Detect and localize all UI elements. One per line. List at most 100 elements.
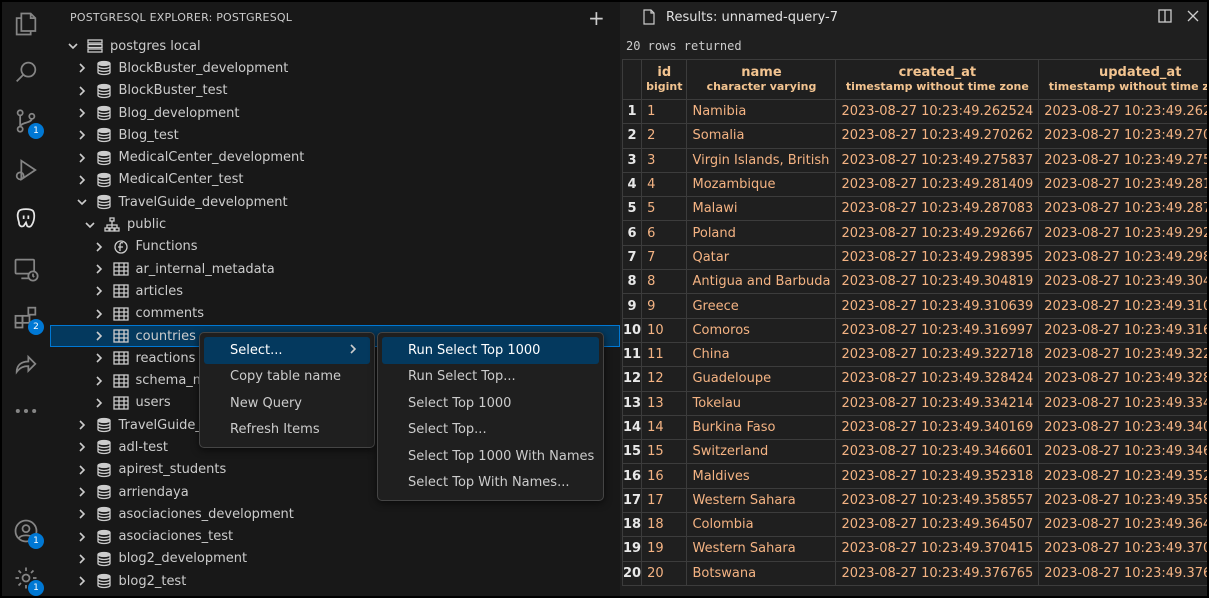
tree-item[interactable]: postgres local [50, 35, 620, 57]
table-cell[interactable]: 2023-08-27 10:23:49.358557 [835, 487, 1040, 514]
tree-item[interactable]: BlockBuster_test [50, 80, 620, 102]
tree-item[interactable]: blog2_test [50, 570, 620, 592]
column-header[interactable]: created_at timestamp without time zone [835, 59, 1040, 100]
chevron-right-icon[interactable] [92, 329, 106, 343]
table-cell[interactable]: 2023-08-27 10:23:49.370415 [1038, 536, 1207, 562]
chevron-right-icon[interactable] [75, 485, 89, 499]
chevron-down-icon[interactable] [83, 218, 97, 232]
chevron-right-icon[interactable] [75, 440, 89, 454]
table-cell[interactable]: 2023-08-27 10:23:49.292667 [1038, 220, 1207, 246]
submenu-item[interactable]: Run Select Top... [382, 364, 599, 391]
tree-item[interactable]: asociaciones_development [50, 503, 620, 525]
table-cell[interactable]: 2023-08-27 10:23:49.310639 [835, 293, 1040, 319]
tree-item[interactable]: Blog_development [50, 102, 620, 124]
settings-gear-icon[interactable]: 1 [10, 562, 44, 596]
submenu-item[interactable]: Select Top 1000 With Names [382, 443, 599, 470]
table-cell[interactable]: Burkina Faso [686, 414, 837, 441]
table-cell[interactable]: Somalia [686, 123, 837, 149]
chevron-down-icon[interactable] [66, 39, 80, 53]
extensions-icon[interactable]: 2 [10, 301, 44, 335]
table-cell[interactable]: Greece [686, 293, 837, 319]
explorer-icon[interactable] [10, 8, 42, 40]
tree-item[interactable]: articles [50, 280, 620, 302]
table-cell[interactable]: 8 [641, 269, 688, 295]
chevron-right-icon[interactable] [92, 374, 106, 388]
table-cell[interactable]: 2023-08-27 10:23:49.334214 [835, 390, 1040, 416]
table-cell[interactable]: 5 [641, 196, 688, 222]
table-cell[interactable]: Colombia [686, 512, 837, 538]
chevron-down-icon[interactable] [75, 195, 89, 209]
context-menu-item[interactable]: Copy table name [204, 364, 370, 391]
table-cell[interactable]: Tokelau [686, 390, 837, 416]
table-cell[interactable]: Qatar [686, 244, 837, 271]
submenu-item[interactable]: Select Top 1000 [382, 390, 599, 417]
chevron-right-icon[interactable] [75, 61, 89, 75]
table-cell[interactable]: 16 [641, 463, 688, 489]
chevron-right-icon[interactable] [75, 128, 89, 142]
tree-item[interactable]: MedicalCenter_test [50, 169, 620, 191]
context-menu-item[interactable]: New Query [204, 390, 370, 417]
context-menu-item[interactable]: Refresh Items [204, 417, 370, 444]
table-cell[interactable]: 6 [641, 220, 688, 246]
chevron-right-icon[interactable] [92, 351, 106, 365]
table-cell[interactable]: 2023-08-27 10:23:49.287083 [835, 196, 1040, 222]
chevron-right-icon[interactable] [75, 106, 89, 120]
table-cell[interactable]: 2023-08-27 10:23:49.304819 [835, 269, 1040, 295]
table-cell[interactable]: 2023-08-27 10:23:49.364507 [1038, 512, 1207, 538]
remote-explorer-icon[interactable] [10, 253, 42, 285]
chevron-right-icon[interactable] [75, 84, 89, 98]
table-cell[interactable]: 2023-08-27 10:23:49.328424 [835, 366, 1040, 392]
chevron-right-icon[interactable] [75, 530, 89, 544]
chevron-right-icon[interactable] [92, 262, 106, 276]
table-cell[interactable]: Mozambique [686, 171, 837, 198]
column-header[interactable]: id bigint [641, 59, 688, 100]
table-cell[interactable]: 2023-08-27 10:23:49.364507 [835, 512, 1040, 538]
chevron-right-icon[interactable] [75, 574, 89, 588]
table-cell[interactable]: 2023-08-27 10:23:49.298395 [1038, 244, 1207, 271]
accounts-icon[interactable]: 1 [10, 515, 44, 549]
table-cell[interactable]: 2023-08-27 10:23:49.376765 [1038, 560, 1207, 586]
tree-item[interactable]: public [50, 213, 620, 235]
table-cell[interactable]: 2023-08-27 10:23:49.262524 [1038, 98, 1207, 125]
table-cell[interactable]: 2023-08-27 10:23:49.316997 [1038, 317, 1207, 343]
table-cell[interactable]: 12 [641, 366, 688, 392]
table-cell[interactable]: 2023-08-27 10:23:49.316997 [835, 317, 1040, 343]
chevron-right-icon[interactable] [75, 463, 89, 477]
table-cell[interactable]: Maldives [686, 463, 837, 489]
table-cell[interactable]: 2023-08-27 10:23:49.304819 [1038, 269, 1207, 295]
postgresql-icon[interactable] [10, 203, 42, 235]
table-cell[interactable]: 9 [641, 293, 688, 319]
chevron-right-icon[interactable] [75, 151, 89, 165]
table-cell[interactable]: Switzerland [686, 439, 837, 465]
table-cell[interactable]: 2023-08-27 10:23:49.322718 [835, 341, 1040, 368]
chevron-right-icon[interactable] [75, 507, 89, 521]
tree-item[interactable]: comments [50, 303, 620, 325]
table-cell[interactable]: 2023-08-27 10:23:49.262524 [835, 98, 1040, 125]
table-cell[interactable]: Malawi [686, 196, 837, 222]
table-cell[interactable]: 2023-08-27 10:23:49.275837 [835, 147, 1040, 173]
table-cell[interactable]: 2023-08-27 10:23:49.346601 [835, 439, 1040, 465]
table-cell[interactable]: 2023-08-27 10:23:49.340169 [835, 414, 1040, 441]
tree-item[interactable]: BlockBuster_development [50, 57, 620, 79]
tree-item[interactable]: Blog_test [50, 124, 620, 146]
table-cell[interactable]: 2023-08-27 10:23:49.281409 [1038, 171, 1207, 198]
more-icon[interactable] [10, 395, 42, 427]
table-cell[interactable]: Antigua and Barbuda [686, 269, 837, 295]
table-cell[interactable]: Poland [686, 220, 837, 246]
table-cell[interactable]: 2023-08-27 10:23:49.275837 [1038, 147, 1207, 173]
table-cell[interactable]: 2023-08-27 10:23:49.340169 [1038, 414, 1207, 441]
column-header[interactable]: name character varying [686, 59, 837, 100]
table-cell[interactable]: 2023-08-27 10:23:49.310639 [1038, 293, 1207, 319]
chevron-right-icon[interactable] [75, 173, 89, 187]
table-cell[interactable]: 2023-08-27 10:23:49.322718 [1038, 341, 1207, 368]
table-cell[interactable]: 18 [641, 512, 688, 538]
chevron-right-icon[interactable] [92, 396, 106, 410]
table-cell[interactable]: 10 [641, 317, 688, 343]
table-cell[interactable]: 2023-08-27 10:23:49.328424 [1038, 366, 1207, 392]
search-icon[interactable] [10, 56, 42, 88]
table-cell[interactable]: 2023-08-27 10:23:49.376765 [835, 560, 1040, 586]
tree-item[interactable]: ar_internal_metadata [50, 258, 620, 280]
table-cell[interactable]: 2023-08-27 10:23:49.352318 [835, 463, 1040, 489]
run-debug-icon[interactable] [10, 154, 42, 186]
live-share-icon[interactable] [10, 349, 42, 381]
